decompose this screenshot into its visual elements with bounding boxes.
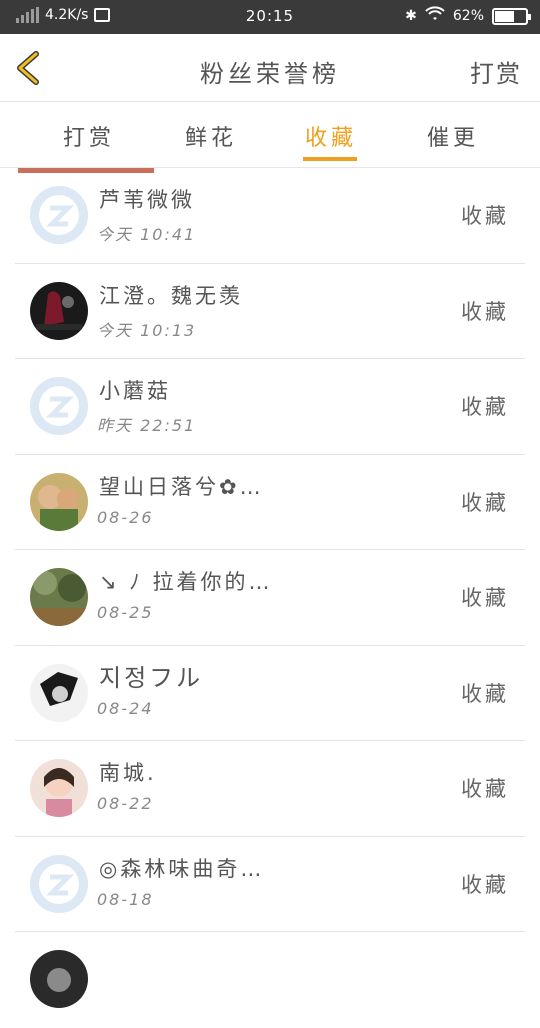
fan-time: 08-26: [97, 507, 154, 527]
avatar[interactable]: [30, 854, 88, 913]
fan-name: 芦苇微微: [99, 188, 195, 212]
avatar[interactable]: [30, 663, 88, 722]
tab-reward[interactable]: 打赏: [34, 120, 144, 152]
fan-action: 收藏: [461, 490, 509, 515]
status-right: ✱ 62%: [405, 6, 531, 26]
tab-flowers[interactable]: 鲜花: [156, 120, 266, 152]
qq-default-avatar-icon: [30, 377, 88, 435]
fan-time: 08-25: [97, 603, 154, 622]
fan-action: 收藏: [461, 777, 509, 801]
photo-avatar-icon: [30, 663, 88, 722]
fan-time: 昨天 22:51: [97, 416, 197, 435]
list-item[interactable]: 小蘑菇 昨天 22:51 收藏: [15, 359, 525, 455]
photo-avatar-icon: [30, 472, 88, 531]
battery-percent: 62%: [452, 8, 484, 24]
fan-time: 08-18: [97, 889, 154, 909]
photo-avatar-icon: [30, 950, 88, 1008]
battery-icon: [492, 7, 531, 25]
photo-avatar-icon: [30, 568, 88, 626]
page-title: 粉丝荣誉榜: [200, 60, 340, 88]
qq-default-avatar-icon: [30, 186, 88, 244]
photo-avatar-icon: [30, 759, 88, 817]
header: 粉丝荣誉榜 打赏: [0, 34, 540, 102]
bluetooth-icon: ✱: [405, 8, 417, 24]
list-item[interactable]: 江澄。魏无羡 今天 10:13 收藏: [15, 264, 525, 359]
list-item-partial[interactable]: [15, 932, 525, 1028]
status-bar: 4.2K/s 20:15 ✱ 62%: [0, 0, 540, 34]
active-tab-indicator: [303, 157, 357, 161]
fan-action: 收藏: [461, 395, 509, 419]
wifi-icon: [425, 6, 445, 26]
reward-button[interactable]: 打赏: [470, 54, 522, 89]
list-item[interactable]: 芦苇微微 今天 10:41 收藏: [15, 168, 525, 264]
fan-action: 收藏: [461, 872, 509, 897]
avatar[interactable]: [30, 950, 88, 1008]
fan-action: 收藏: [461, 204, 509, 228]
list-item[interactable]: ◎森林味曲奇… 08-18 收藏: [15, 837, 525, 932]
fan-list[interactable]: 芦苇微微 今天 10:41 收藏 江澄。魏无羡 今天 10:13 收藏 小蘑菇 …: [0, 168, 540, 1028]
avatar[interactable]: [30, 472, 88, 531]
fan-name: 南城.: [99, 761, 157, 785]
fan-action: 收藏: [461, 299, 509, 324]
fan-action: 收藏: [461, 681, 509, 706]
fan-time: 08-24: [97, 698, 154, 718]
fan-name: ↘ ﾉ 拉着你的…: [99, 570, 273, 594]
avatar[interactable]: [30, 186, 88, 244]
fan-name: 지정フル: [99, 663, 204, 692]
avatar[interactable]: [30, 759, 88, 817]
list-item[interactable]: 望山日落兮✿… 08-26 收藏: [15, 455, 525, 550]
avatar[interactable]: [30, 568, 88, 626]
tab-bar: 打赏 鲜花 收藏 催更: [0, 102, 540, 168]
fan-name: 小蘑菇: [99, 379, 171, 403]
fan-action: 收藏: [461, 586, 509, 610]
tab-favorites[interactable]: 收藏: [276, 120, 386, 152]
list-item[interactable]: ↘ ﾉ 拉着你的… 08-25 收藏: [15, 550, 525, 646]
fan-time: 08-22: [97, 794, 154, 813]
fan-time: 今天 10:41: [97, 225, 197, 244]
fan-time: 今天 10:13: [97, 320, 197, 340]
qq-default-avatar-icon: [30, 854, 88, 913]
fan-name: 望山日落兮✿…: [99, 474, 264, 499]
fan-name: ◎森林味曲奇…: [99, 856, 265, 881]
avatar[interactable]: [30, 281, 88, 340]
list-item[interactable]: 지정フル 08-24 收藏: [15, 646, 525, 741]
avatar[interactable]: [30, 377, 88, 435]
tab-urge-update[interactable]: 催更: [398, 120, 508, 152]
list-item[interactable]: 南城. 08-22 收藏: [15, 741, 525, 837]
photo-avatar-icon: [30, 281, 88, 340]
fan-name: 江澄。魏无羡: [99, 283, 243, 308]
